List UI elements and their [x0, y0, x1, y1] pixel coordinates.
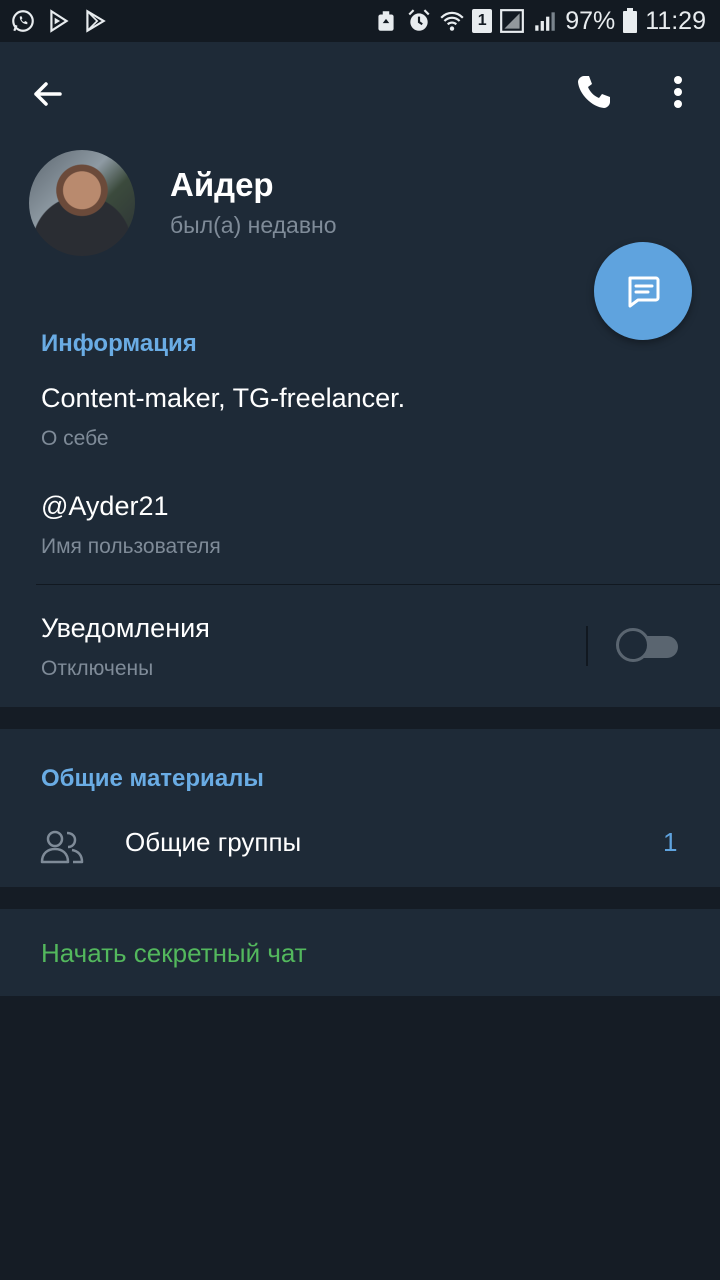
whatsapp-icon	[12, 10, 34, 32]
status-bar-right: 1 97% 11:29	[373, 6, 706, 36]
last-seen-status: был(а) недавно	[170, 212, 337, 238]
vertical-divider	[586, 626, 588, 666]
wifi-icon	[440, 11, 464, 31]
shared-section-title: Общие материалы	[41, 765, 264, 792]
play-services-icon	[50, 9, 69, 33]
bio-label: О себе	[41, 427, 109, 450]
avatar[interactable]	[29, 150, 135, 256]
signal-bars-icon	[535, 12, 555, 31]
toggle-knob	[616, 628, 650, 662]
send-message-button[interactable]	[594, 242, 692, 340]
signal-icon	[500, 9, 525, 33]
info-section-title: Информация	[41, 330, 197, 357]
sim-icon: 1	[472, 9, 493, 33]
clock: 11:29	[645, 7, 706, 35]
alarm-icon	[408, 9, 430, 31]
secret-chat-section: Начать секретный чат	[0, 909, 720, 996]
username-text[interactable]: @Ayder21	[41, 491, 169, 522]
groups-icon	[40, 830, 84, 864]
divider	[36, 584, 720, 585]
message-icon	[628, 276, 660, 308]
common-groups-count: 1	[663, 827, 678, 857]
arrow-left-icon[interactable]	[24, 70, 72, 118]
info-section: Информация Content-maker, TG-freelancer.…	[0, 295, 720, 707]
bio-text[interactable]: Content-maker, TG-freelancer.	[41, 383, 405, 414]
username-label: Имя пользователя	[41, 535, 221, 558]
notifications-status: Отключены	[41, 657, 154, 680]
phone-icon[interactable]	[570, 68, 618, 116]
recycle-icon	[378, 11, 394, 31]
common-groups-row[interactable]: Общие группы	[125, 827, 301, 858]
battery-percent: 97%	[565, 7, 616, 35]
notifications-toggle[interactable]	[616, 628, 678, 662]
notifications-label[interactable]: Уведомления	[41, 613, 210, 644]
status-bar: 1 97% 11:29	[0, 0, 720, 42]
battery-icon	[623, 8, 638, 33]
start-secret-chat-button[interactable]: Начать секретный чат	[41, 938, 307, 969]
more-vertical-icon[interactable]	[656, 68, 700, 116]
shared-materials-section: Общие материалы Общие группы 1	[0, 729, 720, 887]
profile-name: Айдер	[170, 166, 274, 203]
status-bar-left	[10, 8, 108, 34]
play-store-icon	[86, 9, 106, 33]
